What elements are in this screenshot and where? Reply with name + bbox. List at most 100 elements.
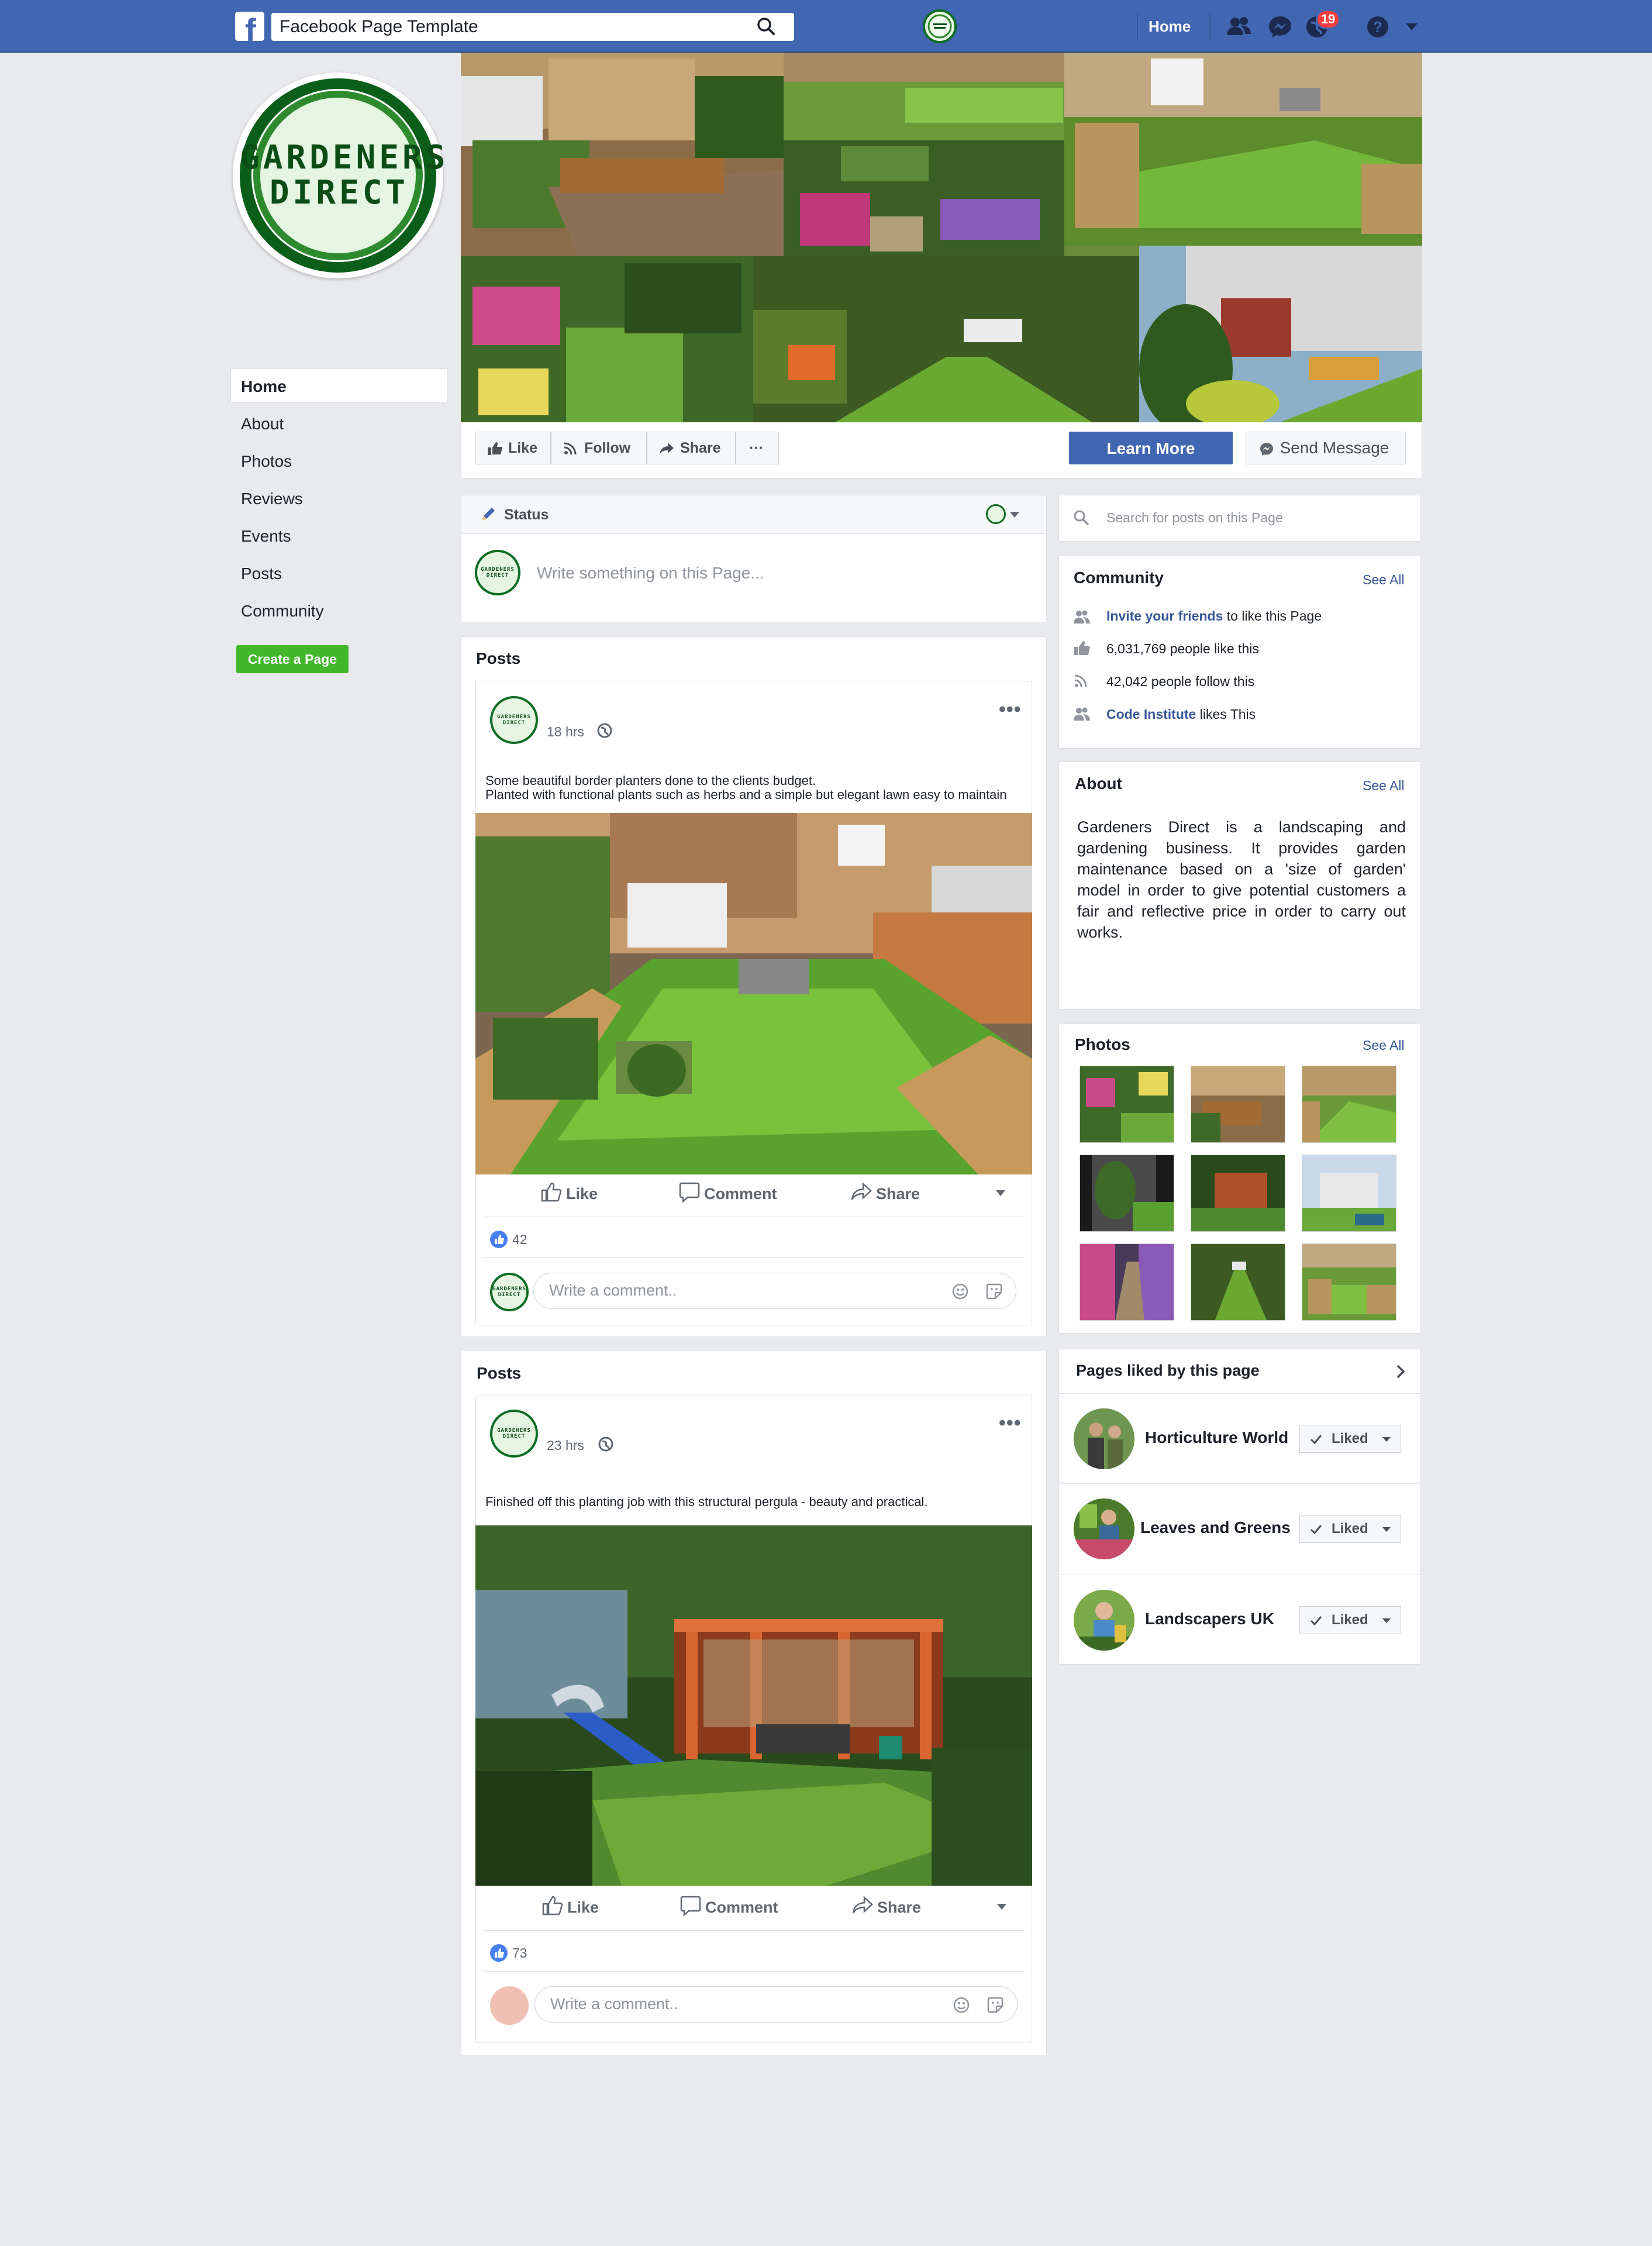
photo-thumbnail[interactable] bbox=[1191, 1155, 1285, 1232]
more-options-button[interactable]: ··· bbox=[736, 432, 779, 464]
checkmark-icon bbox=[1309, 1432, 1322, 1445]
sticker-icon[interactable] bbox=[985, 1282, 1003, 1301]
sidebar-item-home[interactable]: Home bbox=[241, 377, 287, 396]
sidebar-item-community[interactable]: Community bbox=[241, 602, 324, 621]
liked-page-name[interactable]: Leaves and Greens bbox=[1140, 1518, 1291, 1537]
like-page-button[interactable]: Like bbox=[475, 432, 551, 464]
about-description: Gardeners Direct is a landscaping and ga… bbox=[1077, 818, 1406, 941]
identity-caret-icon[interactable] bbox=[1008, 510, 1021, 519]
post-timestamp[interactable]: 23 hrs bbox=[547, 1438, 584, 1453]
sidebar-item-about[interactable]: About bbox=[241, 415, 284, 433]
photo-thumbnail[interactable] bbox=[1080, 1243, 1174, 1321]
thumbs-up-outline-icon bbox=[542, 1896, 563, 1916]
search-icon[interactable] bbox=[756, 16, 777, 37]
nav-divider bbox=[1209, 13, 1210, 40]
logo-line-gardeners: GARDENERS bbox=[240, 139, 449, 177]
landscapers-uk-avatar[interactable] bbox=[1074, 1590, 1134, 1651]
notification-count-badge: 19 bbox=[1316, 9, 1340, 29]
photo-thumbnail[interactable] bbox=[1302, 1243, 1396, 1321]
liked-button[interactable]: Liked bbox=[1299, 1606, 1401, 1634]
photo-thumbnail[interactable] bbox=[1302, 1066, 1396, 1143]
liked-button[interactable]: Liked bbox=[1299, 1515, 1401, 1543]
leaves-and-greens-avatar[interactable] bbox=[1074, 1499, 1134, 1559]
divider bbox=[1059, 1483, 1420, 1484]
code-institute-link[interactable]: Code Institute bbox=[1106, 707, 1196, 722]
photo-thumbnail[interactable] bbox=[1080, 1066, 1174, 1143]
share-page-label: Share bbox=[680, 440, 721, 456]
logo-line-direct: DIRECT bbox=[269, 174, 409, 212]
follow-page-button[interactable]: Follow bbox=[551, 432, 647, 464]
divider bbox=[483, 1930, 1025, 1931]
friend-requests-icon[interactable] bbox=[1225, 13, 1253, 41]
post-share-button[interactable]: Share bbox=[851, 1182, 920, 1203]
emoji-icon[interactable] bbox=[952, 1996, 971, 2014]
thumbs-up-outline-icon bbox=[541, 1182, 562, 1202]
share-audience-caret-icon[interactable] bbox=[995, 1902, 1008, 1911]
composer-input[interactable]: Write something on this Page... bbox=[537, 564, 764, 583]
pages-liked-title: Pages liked by this page bbox=[1076, 1362, 1260, 1379]
liked-page-name[interactable]: Landscapers UK bbox=[1145, 1610, 1274, 1628]
nav-home-link[interactable]: Home bbox=[1149, 18, 1191, 36]
photo-thumbnail[interactable] bbox=[1191, 1243, 1285, 1321]
sidebar-item-photos[interactable]: Photos bbox=[241, 452, 292, 471]
liked-page-name[interactable]: Horticulture World bbox=[1145, 1428, 1288, 1447]
post-options-icon[interactable]: ••• bbox=[999, 1412, 1022, 1435]
page-search-placeholder: Search for posts on this Page bbox=[1106, 510, 1283, 525]
facebook-logo-icon[interactable]: f bbox=[235, 12, 264, 41]
search-icon bbox=[1072, 509, 1090, 526]
sidebar-item-posts[interactable]: Posts bbox=[241, 564, 282, 583]
post-options-icon[interactable]: ••• bbox=[999, 698, 1022, 721]
create-page-button[interactable]: Create a Page bbox=[236, 645, 349, 673]
cover-photo[interactable] bbox=[461, 53, 1422, 422]
reaction-count[interactable]: 42 bbox=[512, 1232, 527, 1248]
account-menu-caret-icon[interactable] bbox=[1403, 20, 1420, 34]
post-share-button[interactable]: Share bbox=[852, 1896, 921, 1917]
community-see-all-link[interactable]: See All bbox=[1363, 572, 1405, 588]
post-like-button[interactable]: Like bbox=[541, 1182, 598, 1203]
messenger-icon[interactable] bbox=[1266, 13, 1294, 41]
like-page-label: Like bbox=[508, 440, 538, 456]
public-globe-icon bbox=[598, 1436, 614, 1452]
post-author-avatar[interactable]: GARDENERS DIRECT bbox=[490, 696, 538, 744]
share-page-button[interactable]: Share bbox=[647, 432, 736, 464]
post-comment-button[interactable]: Comment bbox=[680, 1896, 778, 1917]
comment-input[interactable]: Write a comment.. bbox=[533, 1273, 1016, 1309]
composer-identity-avatar[interactable] bbox=[986, 504, 1006, 524]
comment-bubble-icon bbox=[680, 1896, 701, 1916]
photo-thumbnail[interactable] bbox=[1191, 1066, 1285, 1143]
post-like-button[interactable]: Like bbox=[542, 1896, 599, 1917]
post-author-avatar[interactable]: GARDENERS DIRECT bbox=[490, 1410, 538, 1458]
thumbs-up-icon bbox=[1072, 640, 1091, 656]
follow-page-label: Follow bbox=[584, 440, 631, 456]
horticulture-world-avatar[interactable] bbox=[1074, 1408, 1134, 1469]
learn-more-button[interactable]: Learn More bbox=[1069, 432, 1233, 464]
photo-thumbnail[interactable] bbox=[1080, 1155, 1174, 1232]
photos-see-all-link[interactable]: See All bbox=[1363, 1038, 1405, 1053]
invite-friends-link[interactable]: Invite your friends bbox=[1106, 608, 1223, 623]
sidebar-item-reviews[interactable]: Reviews bbox=[241, 490, 303, 508]
more-options-icon: ··· bbox=[749, 440, 764, 456]
post-image-2[interactable] bbox=[475, 1525, 1032, 1886]
comment-input[interactable]: Write a comment.. bbox=[534, 1986, 1018, 2023]
help-icon[interactable]: ? bbox=[1364, 13, 1392, 41]
pencil-icon bbox=[480, 505, 497, 523]
send-message-button[interactable]: Send Message bbox=[1246, 432, 1406, 464]
post-timestamp[interactable]: 18 hrs bbox=[547, 724, 584, 740]
post-text-line-2: Planted with functional plants such as h… bbox=[485, 787, 1007, 802]
page-follows-count: 42,042 people follow this bbox=[1106, 674, 1255, 689]
reaction-count[interactable]: 73 bbox=[512, 1945, 527, 1961]
about-see-all-link[interactable]: See All bbox=[1363, 778, 1405, 794]
liked-button[interactable]: Liked bbox=[1299, 1425, 1401, 1453]
share-audience-caret-icon[interactable] bbox=[994, 1189, 1007, 1198]
post-comment-button[interactable]: Comment bbox=[679, 1182, 777, 1203]
photo-thumbnail[interactable] bbox=[1302, 1155, 1396, 1232]
page-avatar[interactable] bbox=[923, 9, 957, 43]
status-tab[interactable]: Status bbox=[504, 507, 549, 523]
emoji-icon[interactable] bbox=[951, 1282, 970, 1301]
chevron-right-icon[interactable] bbox=[1394, 1363, 1407, 1380]
photos-title: Photos bbox=[1075, 1035, 1130, 1053]
sticker-icon[interactable] bbox=[986, 1996, 1005, 2014]
post-image-1[interactable] bbox=[475, 813, 1032, 1174]
search-input[interactable]: Facebook Page Template bbox=[271, 13, 794, 41]
sidebar-item-events[interactable]: Events bbox=[241, 527, 291, 546]
